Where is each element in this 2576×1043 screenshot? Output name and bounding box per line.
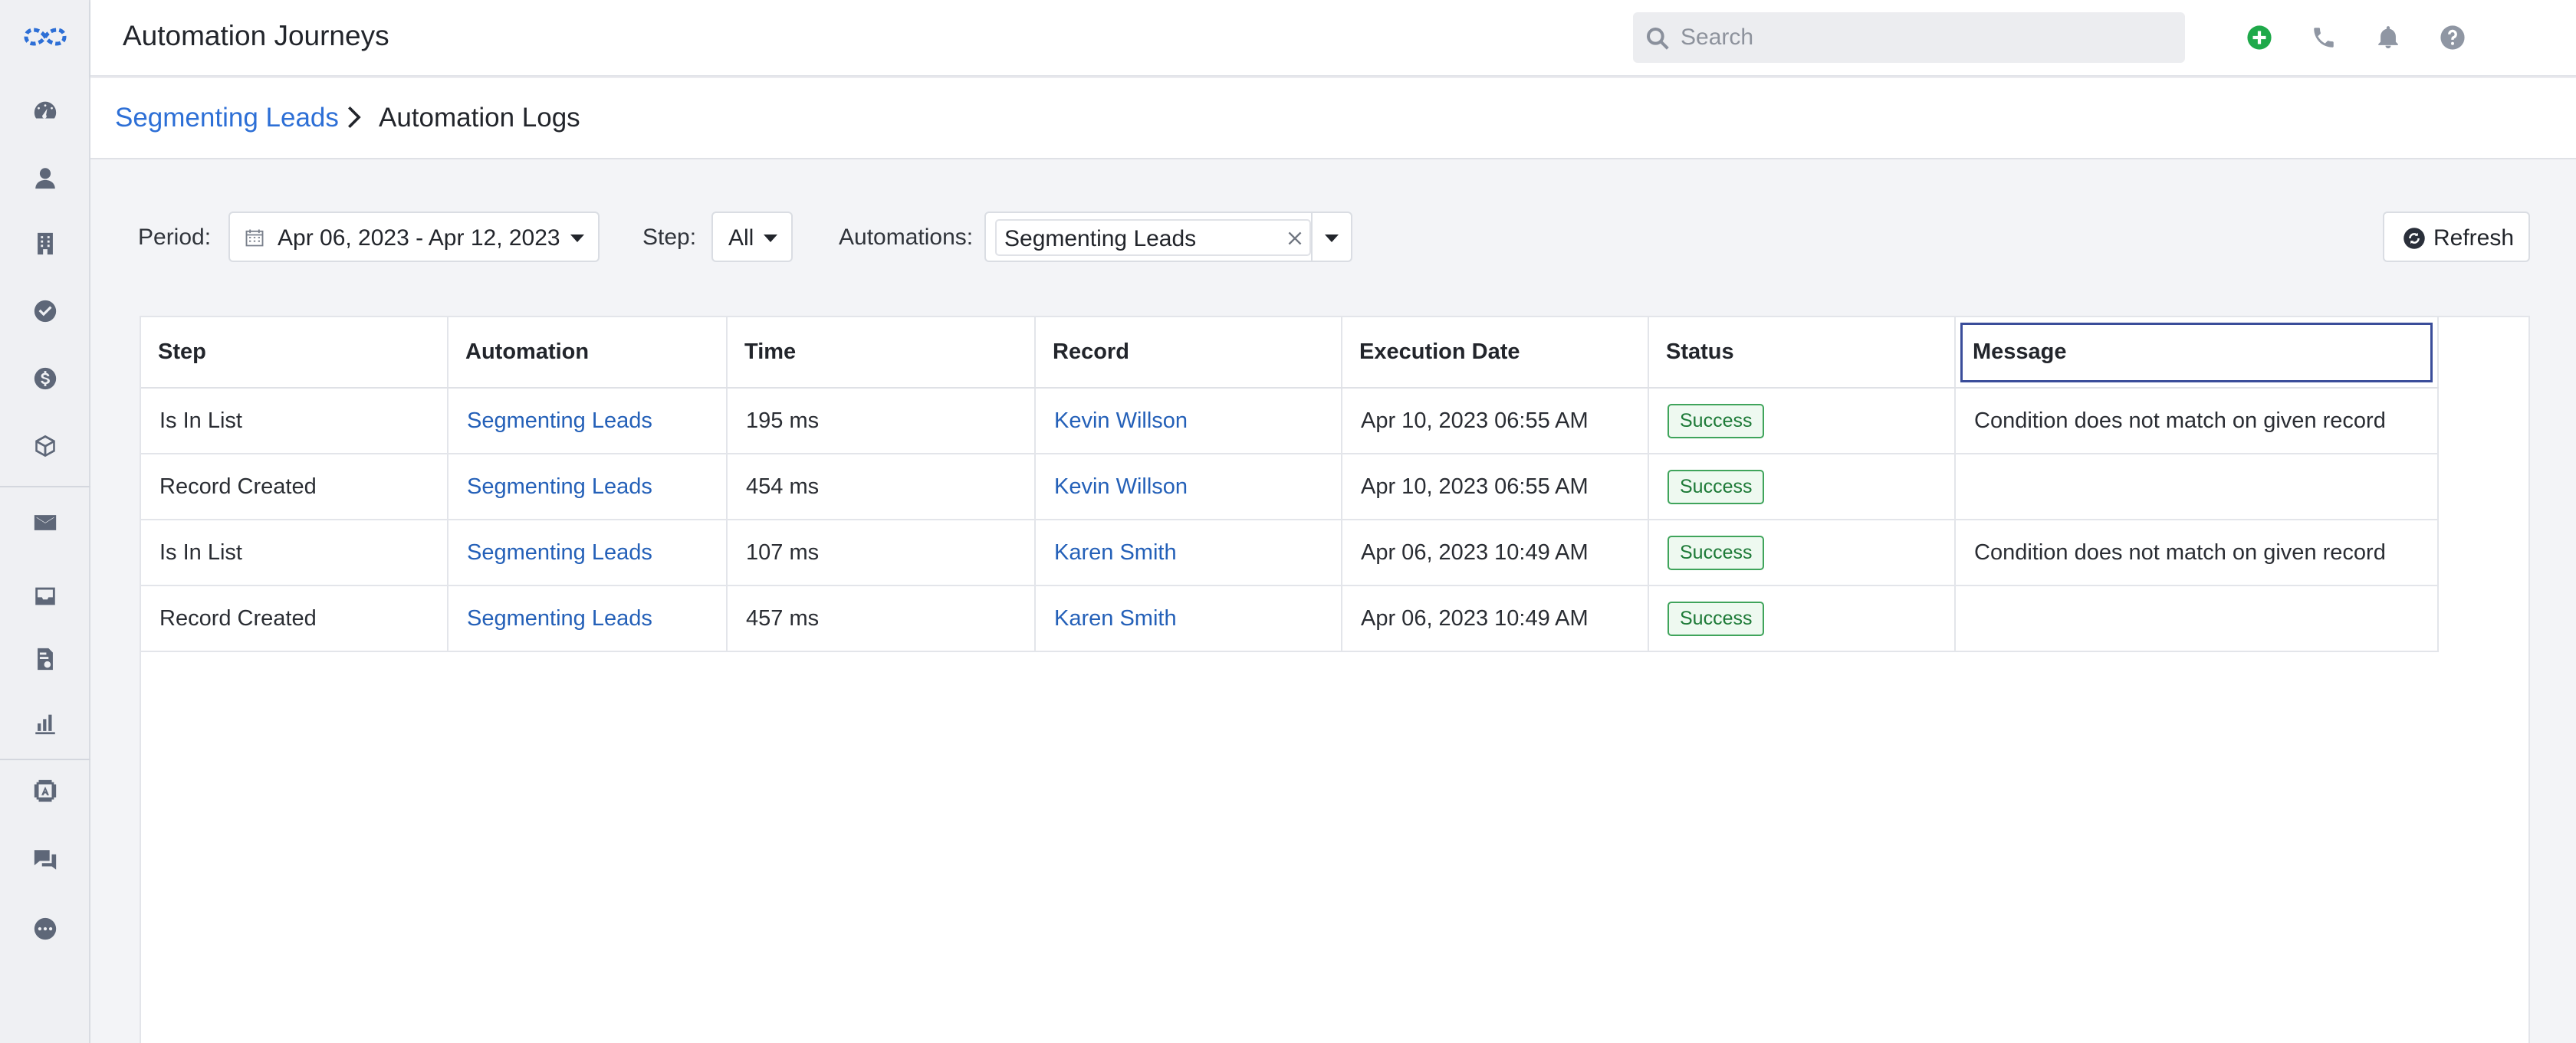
period-label: Period: [138, 225, 212, 250]
cell-status: Success [1648, 454, 1956, 520]
sidebar [0, 0, 90, 1043]
cell-record-link[interactable]: Karen Smith [1035, 585, 1342, 652]
caret-down-icon [764, 235, 777, 242]
cell-message [1955, 454, 2439, 520]
cell-step: Is In List [141, 520, 449, 586]
cell-automation-link[interactable]: Segmenting Leads [448, 585, 728, 652]
help-icon[interactable] [2438, 23, 2467, 52]
cell-execution-date: Apr 10, 2023 06:55 AM [1342, 388, 1649, 454]
phone-icon[interactable] [2309, 23, 2338, 52]
cell-execution-date: Apr 10, 2023 06:55 AM [1342, 454, 1649, 520]
header-step[interactable]: Step [141, 317, 449, 389]
table-row[interactable]: Is In List Segmenting Leads 107 ms Karen… [141, 520, 2439, 586]
nav-contacts-icon[interactable] [30, 162, 61, 193]
refresh-icon [2404, 228, 2425, 249]
nav-separator [0, 486, 90, 487]
cell-time: 107 ms [727, 520, 1036, 586]
header-time[interactable]: Time [727, 317, 1036, 389]
table-row[interactable]: Is In List Segmenting Leads 195 ms Kevin… [141, 388, 2439, 454]
table-header-row: Step Automation Time Record Execution Da… [141, 317, 2439, 389]
header-automation[interactable]: Automation [448, 317, 728, 389]
step-value: All [728, 225, 754, 251]
cell-message: Condition does not match on given record [1955, 388, 2439, 454]
cell-message [1955, 585, 2439, 652]
status-badge: Success [1668, 535, 1765, 570]
app-logo-icon[interactable] [21, 23, 69, 51]
caret-down-icon [570, 235, 584, 242]
cell-record-link[interactable]: Karen Smith [1035, 520, 1342, 586]
close-icon[interactable] [1285, 228, 1305, 248]
nav-email-icon[interactable] [30, 507, 61, 538]
logs-table-grid: Step Automation Time Record Execution Da… [141, 317, 2439, 652]
nav-more-icon[interactable] [30, 913, 61, 944]
logs-table: Step Automation Time Record Execution Da… [140, 316, 2530, 1043]
nav-documents-icon[interactable] [30, 644, 61, 674]
cell-automation-link[interactable]: Segmenting Leads [448, 520, 728, 586]
cell-step: Record Created [141, 585, 449, 652]
breadcrumb: Segmenting Leads Automation Logs [90, 78, 2576, 159]
notifications-icon[interactable] [2374, 23, 2403, 52]
cell-time: 195 ms [727, 388, 1036, 454]
nav-tasks-icon[interactable] [30, 296, 61, 326]
step-label: Step: [642, 225, 697, 250]
cell-step: Record Created [141, 454, 449, 520]
period-date-picker[interactable]: Apr 06, 2023 - Apr 12, 2023 [228, 212, 600, 262]
nav-automation-icon[interactable] [30, 776, 61, 806]
select-divider [1311, 213, 1313, 261]
app-title: Automation Journeys [123, 20, 389, 51]
table-row[interactable]: Record Created Segmenting Leads 457 ms K… [141, 585, 2439, 652]
status-badge: Success [1668, 469, 1765, 504]
cell-execution-date: Apr 06, 2023 10:49 AM [1342, 585, 1649, 652]
header-record[interactable]: Record [1035, 317, 1342, 389]
calendar-icon [245, 229, 264, 247]
refresh-label: Refresh [2433, 225, 2515, 251]
nav-chat-icon[interactable] [30, 845, 61, 875]
table-row[interactable]: Record Created Segmenting Leads 454 ms K… [141, 454, 2439, 520]
nav-separator [0, 759, 90, 760]
cell-record-link[interactable]: Kevin Willson [1035, 388, 1342, 454]
nav-dashboard-icon[interactable] [30, 95, 61, 126]
automation-chip-label: Segmenting Leads [1004, 226, 1197, 251]
cell-status: Success [1648, 585, 1956, 652]
search-input[interactable] [1681, 12, 2171, 63]
cell-execution-date: Apr 06, 2023 10:49 AM [1342, 520, 1649, 586]
automation-chip: Segmenting Leads [995, 219, 1311, 256]
nav-reports-icon[interactable] [30, 708, 61, 739]
cell-time: 454 ms [727, 454, 1036, 520]
chevron-right-icon [348, 106, 361, 129]
nav-products-icon[interactable] [30, 431, 61, 461]
search-icon [1647, 28, 1669, 50]
cell-time: 457 ms [727, 585, 1036, 652]
cell-automation-link[interactable]: Segmenting Leads [448, 388, 728, 454]
header-message[interactable]: Message [1955, 317, 2439, 389]
cell-step: Is In List [141, 388, 449, 454]
breadcrumb-parent-link[interactable]: Segmenting Leads [115, 103, 339, 133]
automations-select[interactable]: Segmenting Leads [984, 212, 1352, 262]
status-badge: Success [1668, 601, 1765, 636]
cell-status: Success [1648, 388, 1956, 454]
nav-deals-icon[interactable] [30, 363, 61, 394]
search-box[interactable] [1633, 12, 2185, 63]
nav-companies-icon[interactable] [30, 228, 61, 259]
step-select[interactable]: All [711, 212, 793, 262]
cell-automation-link[interactable]: Segmenting Leads [448, 454, 728, 520]
cell-record-link[interactable]: Kevin Willson [1035, 454, 1342, 520]
add-icon[interactable] [2245, 23, 2274, 52]
top-bar: Automation Journeys [90, 0, 2576, 77]
automations-label: Automations: [839, 225, 974, 250]
header-status[interactable]: Status [1648, 317, 1956, 389]
header-execution-date[interactable]: Execution Date [1342, 317, 1649, 389]
period-value: Apr 06, 2023 - Apr 12, 2023 [278, 225, 560, 251]
nav-inbox-icon[interactable] [30, 581, 61, 612]
refresh-button[interactable]: Refresh [2383, 212, 2530, 262]
cell-status: Success [1648, 520, 1956, 586]
status-badge: Success [1668, 403, 1765, 438]
caret-down-icon[interactable] [1325, 235, 1339, 242]
page-title: Automation Logs [379, 103, 580, 133]
cell-message: Condition does not match on given record [1955, 520, 2439, 586]
